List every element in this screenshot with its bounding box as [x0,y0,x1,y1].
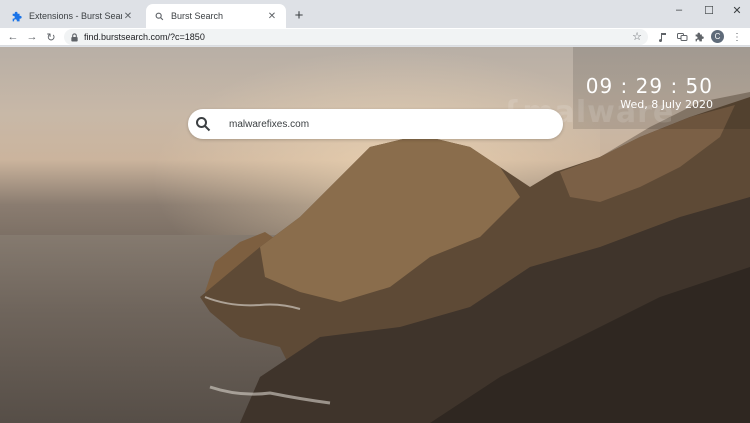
search-icon[interactable] [195,116,211,132]
extension-icon[interactable] [674,29,690,45]
tab-strip: Extensions - Burst Search ✕ Burst Search… [0,0,750,28]
profile-avatar[interactable]: C [711,30,724,43]
puzzle-icon [12,11,23,22]
clock-widget: 09 : 29 : 50 Wed, 8 July 2020 [586,74,713,112]
close-icon[interactable]: ✕ [266,10,278,22]
extensions-puzzle-icon[interactable] [692,29,708,45]
forward-button[interactable]: → [24,29,40,45]
url-text: find.burstsearch.com/?c=1850 [84,32,205,42]
search-icon [154,11,165,22]
close-window-button[interactable]: ✕ [722,0,750,20]
maximize-button[interactable]: ☐ [694,0,724,20]
minimize-button[interactable]: – [664,0,694,20]
address-bar[interactable]: find.burstsearch.com/?c=1850 ☆ [64,29,648,45]
tab-burst-search[interactable]: Burst Search ✕ [146,4,286,28]
browser-toolbar: ← → ↻ find.burstsearch.com/?c=1850 ☆ C ⋮ [0,28,750,46]
lock-icon [71,32,78,42]
reload-button[interactable]: ↻ [43,29,59,45]
close-icon[interactable]: ✕ [122,10,134,22]
back-button[interactable]: ← [5,29,21,45]
clock-time: 09 : 29 : 50 [585,74,713,98]
clock-date: Wed, 8 July 2020 [620,98,713,111]
media-control-icon[interactable] [655,29,671,45]
search-input[interactable] [229,118,529,130]
tab-extensions[interactable]: Extensions - Burst Search ✕ [4,4,142,28]
tab-title: Burst Search [171,11,224,21]
tab-title: Extensions - Burst Search [29,11,122,21]
menu-icon[interactable]: ⋮ [729,29,745,45]
new-tab-button[interactable]: + [291,7,307,23]
page-content: {malware 09 : 29 : 50 Wed, 8 July 2020 [0,47,750,423]
search-box[interactable] [188,109,563,139]
bookmark-star-icon[interactable]: ☆ [632,30,642,43]
